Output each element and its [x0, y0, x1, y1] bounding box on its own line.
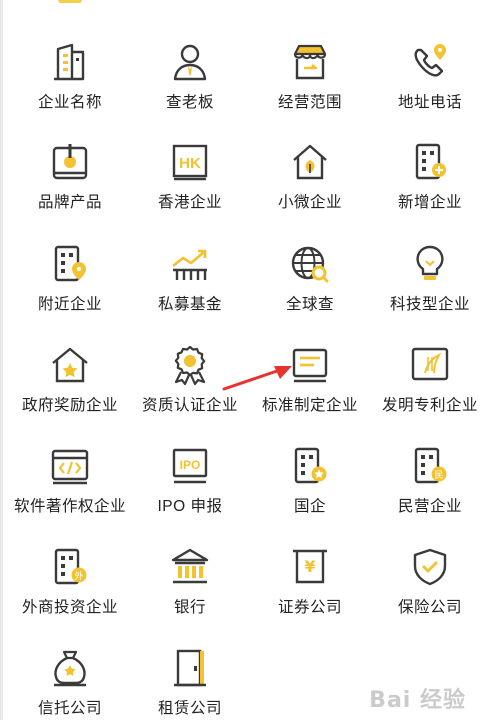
grid-item-foreign-invest[interactable]: 外 外商投资企业: [8, 505, 132, 616]
grid-item-global-search[interactable]: 全球查: [248, 202, 372, 313]
grid-item-securities[interactable]: ¥ 证券公司: [248, 505, 372, 616]
grid-item-private-enterprise[interactable]: 民 民营企业: [368, 404, 492, 515]
svg-text:外: 外: [74, 570, 83, 582]
building-document-icon: [50, 42, 90, 82]
person-suit-icon: [170, 42, 210, 82]
svg-text:民: 民: [434, 470, 443, 481]
grid-item-trust[interactable]: 信托公司: [8, 606, 132, 717]
building-foreign-icon: 外: [50, 547, 90, 587]
door-icon: [170, 648, 210, 688]
grid-item-business-scope[interactable]: 经营范围: [248, 0, 372, 111]
watermark: Bai 经验: [358, 688, 488, 718]
grid-item-boss-lookup[interactable]: 查老板: [128, 0, 252, 111]
red-arrow-annotation: [222, 366, 292, 391]
grid-item-company-name[interactable]: 企业名称: [8, 0, 132, 111]
money-bag-icon: [50, 648, 90, 688]
watermark-text: Bai 经验: [369, 688, 466, 713]
grid-item-brand-product[interactable]: 品牌产品: [8, 100, 132, 211]
grid-item-nearby-company[interactable]: 附近企业: [8, 202, 132, 313]
globe-search-icon: [290, 244, 330, 284]
building-star-icon: [290, 446, 330, 486]
grid-item-hk-company[interactable]: HK 香港企业: [128, 100, 252, 211]
rising-chart-icon: [170, 244, 210, 284]
grid-item-insurance[interactable]: 保险公司: [368, 505, 492, 616]
grid-item-label: 证券公司: [277, 599, 342, 616]
storefront-icon: [290, 42, 330, 82]
phone-location-icon: [410, 42, 450, 82]
grid-item-leasing[interactable]: 租赁公司: [128, 606, 252, 717]
house-star-icon: [50, 345, 90, 385]
grid-item-ipo-filing[interactable]: IPO IPO 申报: [128, 404, 252, 515]
grid-item-small-micro[interactable]: 小微企业: [248, 100, 372, 211]
grid-item-label: 信托公司: [37, 700, 102, 717]
brand-product-icon: [50, 142, 90, 182]
service-grid: 企业名称 查老板 经营范围 地址电话 品牌产品 HK 香港企业 小微企业 新增企…: [0, 0, 498, 720]
building-plus-icon: [410, 142, 450, 182]
grid-item-tech-company[interactable]: 科技型企业: [368, 202, 492, 313]
grid-item-label: 租赁公司: [157, 700, 222, 717]
shield-check-icon: [410, 547, 450, 587]
award-ribbon-icon: [170, 345, 210, 386]
grid-item-state-owned[interactable]: 国企: [248, 404, 372, 515]
building-location-icon: [50, 244, 90, 284]
grid-item-software-copyright[interactable]: 软件著作权企业: [8, 404, 132, 515]
grid-item-address-phone[interactable]: 地址电话: [368, 0, 492, 111]
hk-badge-icon: HK: [170, 142, 210, 182]
grid-item-label: 保险公司: [397, 599, 462, 616]
code-window-icon: [50, 446, 90, 486]
ipo-board-icon: IPO: [170, 446, 210, 486]
lightbulb-icon: [410, 244, 450, 284]
yen-board-icon: ¥: [290, 547, 330, 587]
svg-text:IPO: IPO: [180, 458, 201, 472]
house-leaf-icon: [290, 142, 330, 182]
svg-text:¥: ¥: [304, 557, 315, 576]
document-lines-icon: [290, 345, 330, 385]
building-min-icon: 民: [410, 446, 450, 486]
grid-item-bank[interactable]: 银行: [128, 505, 252, 616]
grid-item-private-fund[interactable]: 私募基金: [128, 202, 252, 313]
bank-icon: [170, 547, 210, 587]
grid-item-new-company[interactable]: 新增企业: [368, 100, 492, 211]
patent-certificate-icon: [410, 345, 450, 385]
grid-item-gov-award[interactable]: 政府奖励企业: [8, 303, 132, 414]
grid-item-invention-patent[interactable]: 发明专利企业: [368, 303, 492, 414]
svg-text:HK: HK: [179, 155, 201, 172]
